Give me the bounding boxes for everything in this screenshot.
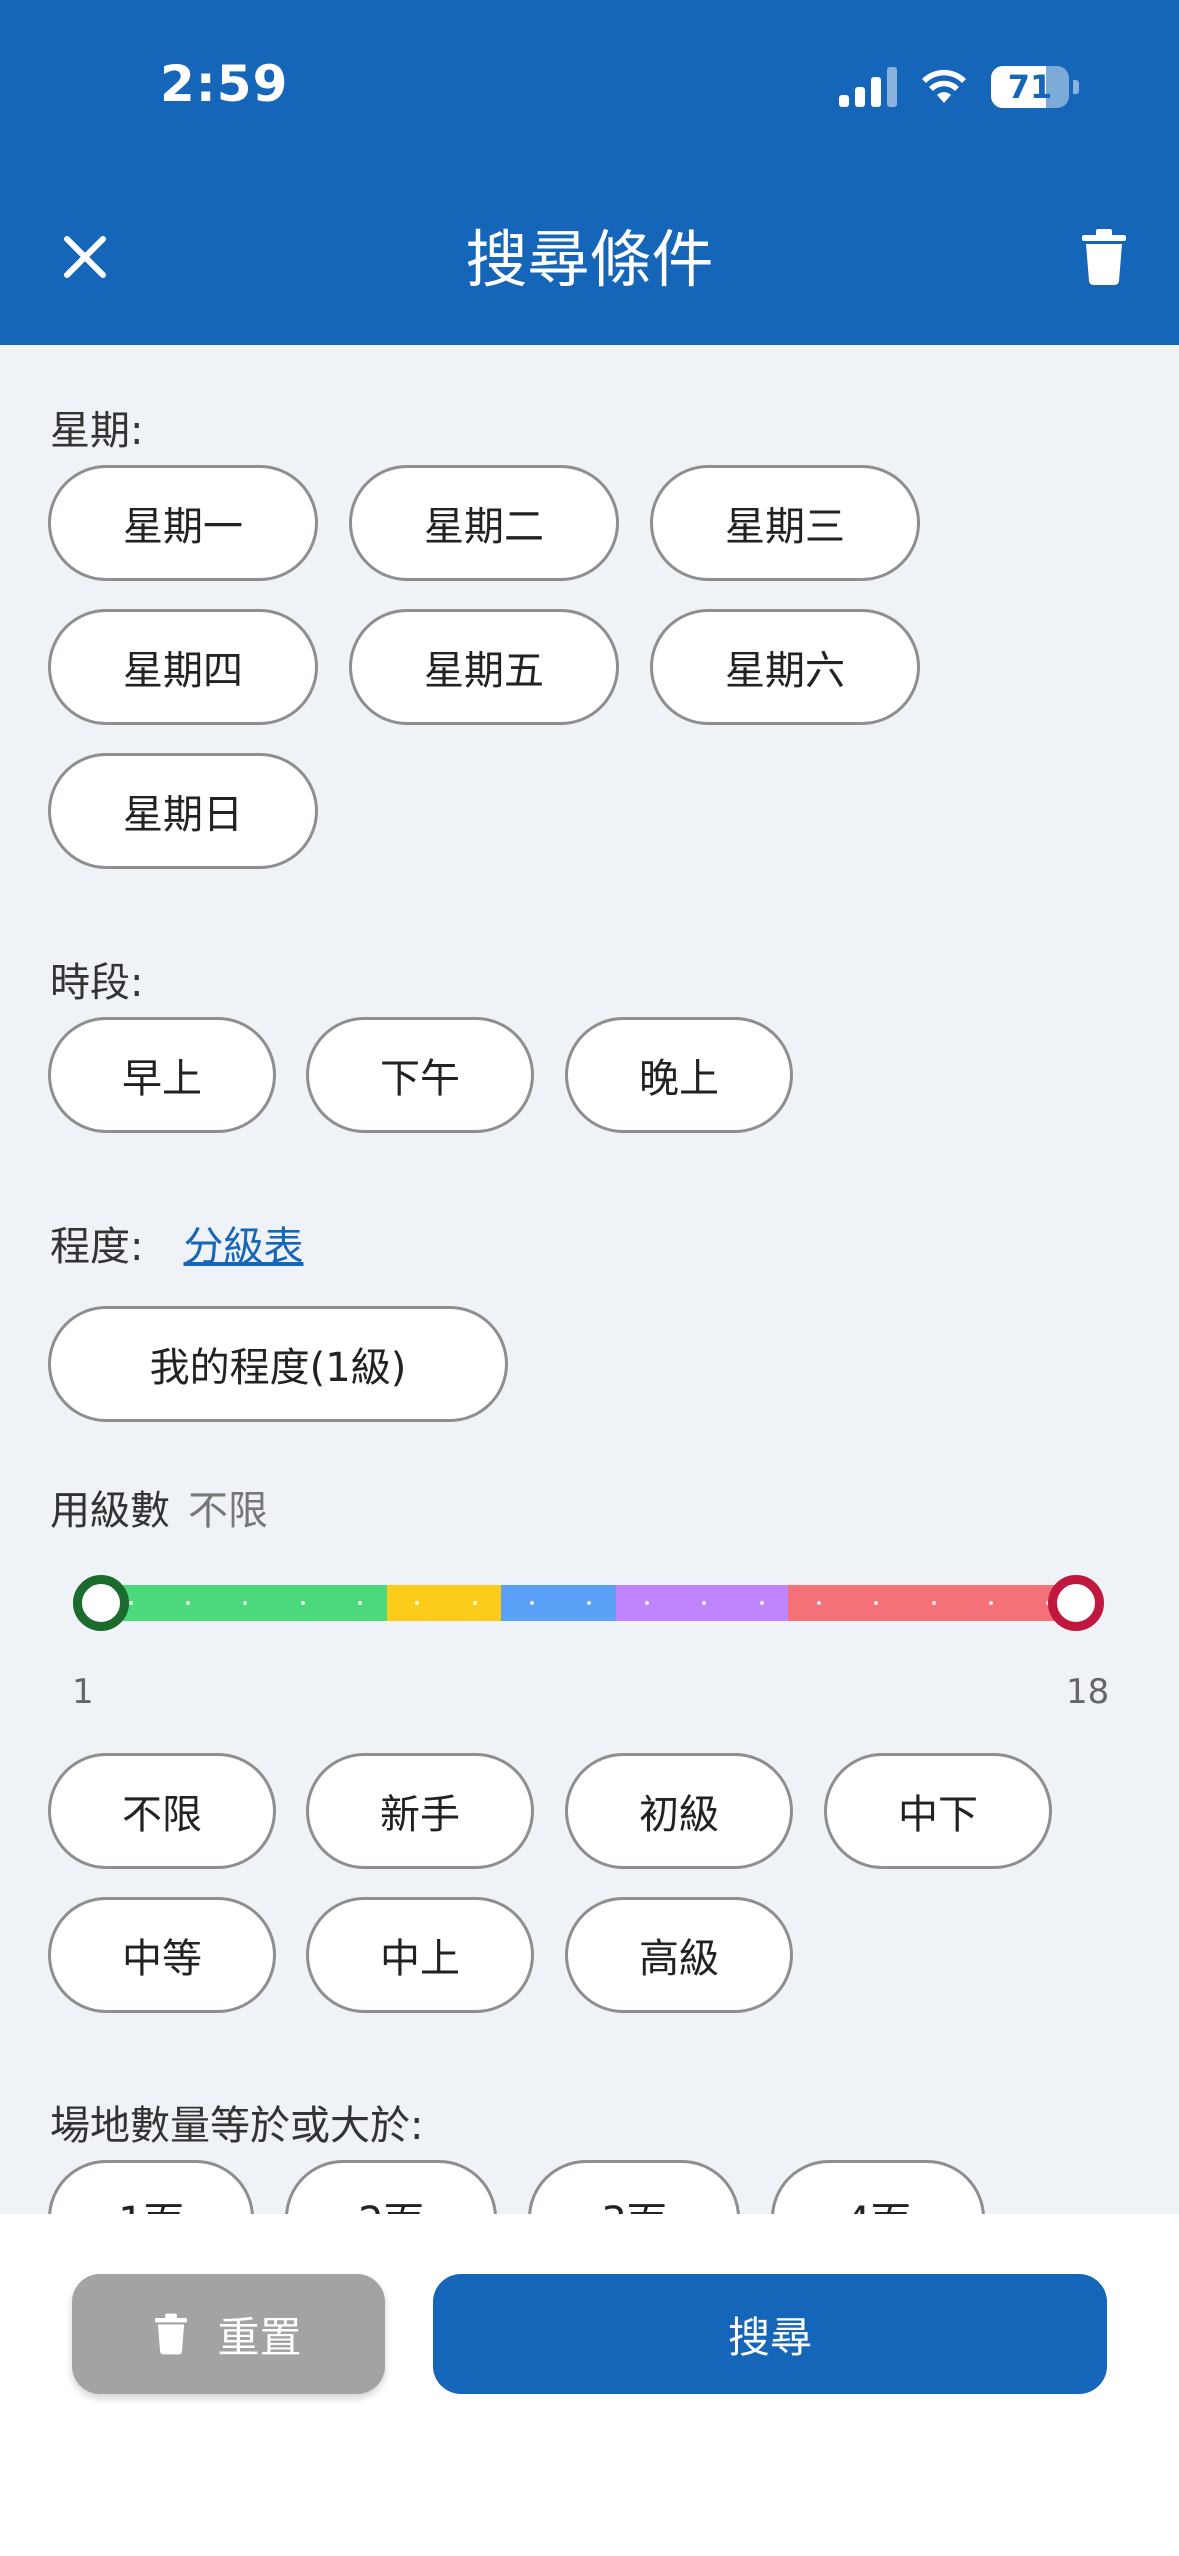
wifi-icon [922,69,966,103]
weekday-chip-tue[interactable]: 星期二 [349,465,619,581]
grade-chip-lower-mid[interactable]: 中下 [824,1753,1052,1869]
grade-slider-max-handle[interactable] [1048,1575,1104,1631]
grade-step-dot [472,1601,477,1605]
weekday-chip-thu[interactable]: 星期四 [48,609,318,725]
grade-step-dot [358,1601,363,1605]
grade-step-dot [128,1601,133,1605]
grade-chip-unlimited[interactable]: 不限 [48,1753,276,1869]
status-icons: 71 [839,62,1079,112]
grade-step-dot [243,1601,248,1605]
grade-step-dot [816,1601,821,1605]
grade-step-dot [644,1601,649,1605]
grade-band-green [100,1585,387,1621]
grade-step-dot [874,1601,879,1605]
grade-chip-advanced[interactable]: 高級 [565,1897,793,2013]
level-label: 程度: [50,1224,144,1270]
grade-section: 用級數 不限 [50,1478,268,1536]
search-button[interactable]: 搜尋 [433,2274,1107,2394]
grade-value: 不限 [188,1488,268,1534]
reset-label: 重置 [217,2312,302,2362]
reset-button[interactable]: 重置 [72,2274,385,2394]
level-section: 程度: 分級表 [50,1214,303,1272]
weekday-chip-sat[interactable]: 星期六 [650,609,920,725]
grade-band-purple [616,1585,789,1621]
cellular-signal-icon [839,67,897,107]
grading-table-link[interactable]: 分級表 [183,1224,303,1270]
battery-tip [1073,80,1079,94]
grade-max-label: 18 [1066,1672,1110,1712]
grade-slider-min-handle[interactable] [73,1575,129,1631]
weekday-chip-fri[interactable]: 星期五 [349,609,619,725]
grade-band-red [788,1585,1075,1621]
grade-band-yellow [386,1585,502,1621]
grade-band-blue [501,1585,617,1621]
courts-label: 場地數量等於或大於: [50,2103,424,2149]
trash-icon [1082,229,1126,285]
period-chip-morning[interactable]: 早上 [48,1017,276,1133]
delete-button[interactable] [1069,222,1139,292]
period-label: 時段: [50,960,144,1006]
battery-level: 71 [1007,68,1053,106]
grade-chip-beginner[interactable]: 新手 [306,1753,534,1869]
grade-step-dot [931,1601,936,1605]
grade-label: 用級數 [50,1488,170,1534]
grade-step-dot [530,1601,535,1605]
grade-slider-track[interactable] [100,1585,1075,1621]
page-title: 搜尋條件 [465,223,714,296]
app-header: 2:59 71 搜尋條件 [0,0,1179,345]
weekday-chip-sun[interactable]: 星期日 [48,753,318,869]
battery-icon: 71 [991,66,1069,108]
grade-chip-elementary[interactable]: 初級 [565,1753,793,1869]
weekday-chip-mon[interactable]: 星期一 [48,465,318,581]
grade-step-dot [186,1601,191,1605]
grade-step-dot [988,1601,993,1605]
trash-icon [155,2313,188,2355]
bottom-action-bar: 重置 搜尋 [0,2214,1179,2556]
grade-step-dot [759,1601,764,1605]
grade-step-dot [415,1601,420,1605]
grade-step-dot [300,1601,305,1605]
weekday-label: 星期: [50,408,144,454]
grade-chip-upper-mid[interactable]: 中上 [306,1897,534,2013]
status-time: 2:59 [160,55,289,113]
period-chip-evening[interactable]: 晚上 [565,1017,793,1133]
weekday-chip-wed[interactable]: 星期三 [650,465,920,581]
grade-chip-mid[interactable]: 中等 [48,1897,276,2013]
grade-min-label: 1 [72,1672,94,1712]
my-level-chip[interactable]: 我的程度(1級) [48,1306,508,1422]
period-chip-afternoon[interactable]: 下午 [306,1017,534,1133]
grade-step-dot [702,1601,707,1605]
grade-step-dot [587,1601,592,1605]
